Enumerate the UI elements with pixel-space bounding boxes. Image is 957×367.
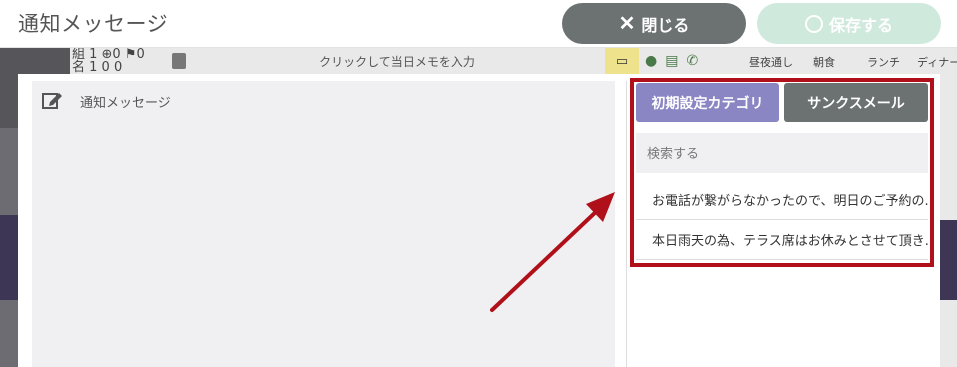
annotation-arrow [490, 192, 615, 312]
close-button[interactable]: ✕ 閉じる [562, 3, 746, 44]
background-counts: 組 1 ⊕0 ⚑0 名 1 0 0 [72, 48, 162, 74]
background-toolbar: ▭ ● ▤ ✆ 昼夜通し 朝食 ランチ ディナー [605, 48, 957, 74]
page-title: 通知メッセージ [18, 12, 169, 36]
highlight-box [630, 78, 934, 267]
toolbar-label-breakfast: 朝食 [813, 56, 835, 69]
edit-icon [42, 93, 62, 109]
background-toolbar-icons: ● ▤ ✆ [645, 48, 745, 74]
monitor-icon: ▭ [605, 48, 639, 74]
toolbar-label-lunch: ランチ [867, 56, 900, 69]
globe-icon: ● [645, 53, 658, 69]
phone-icon: ✆ [686, 53, 699, 69]
background-right-accent [940, 220, 957, 300]
save-button[interactable]: 保存する [757, 3, 941, 44]
background-memo: クリックして当日メモを入力 [319, 54, 475, 69]
editor-label: 通知メッセージ [80, 96, 171, 111]
clipboard-icon: ▤ [665, 53, 679, 69]
toolbar-label-dinner: ディナー [917, 56, 957, 69]
save-button-label: 保存する [828, 17, 893, 35]
toolbar-label-allday: 昼夜通し [749, 56, 793, 69]
memo-icon [172, 53, 186, 69]
background-counts-line2: 名 1 0 0 [72, 60, 123, 74]
save-icon [804, 14, 823, 33]
close-button-label: 閉じる [641, 17, 690, 35]
dialog-header: 通知メッセージ ✕ 閉じる 保存する [0, 0, 957, 48]
close-icon: ✕ [618, 12, 636, 35]
